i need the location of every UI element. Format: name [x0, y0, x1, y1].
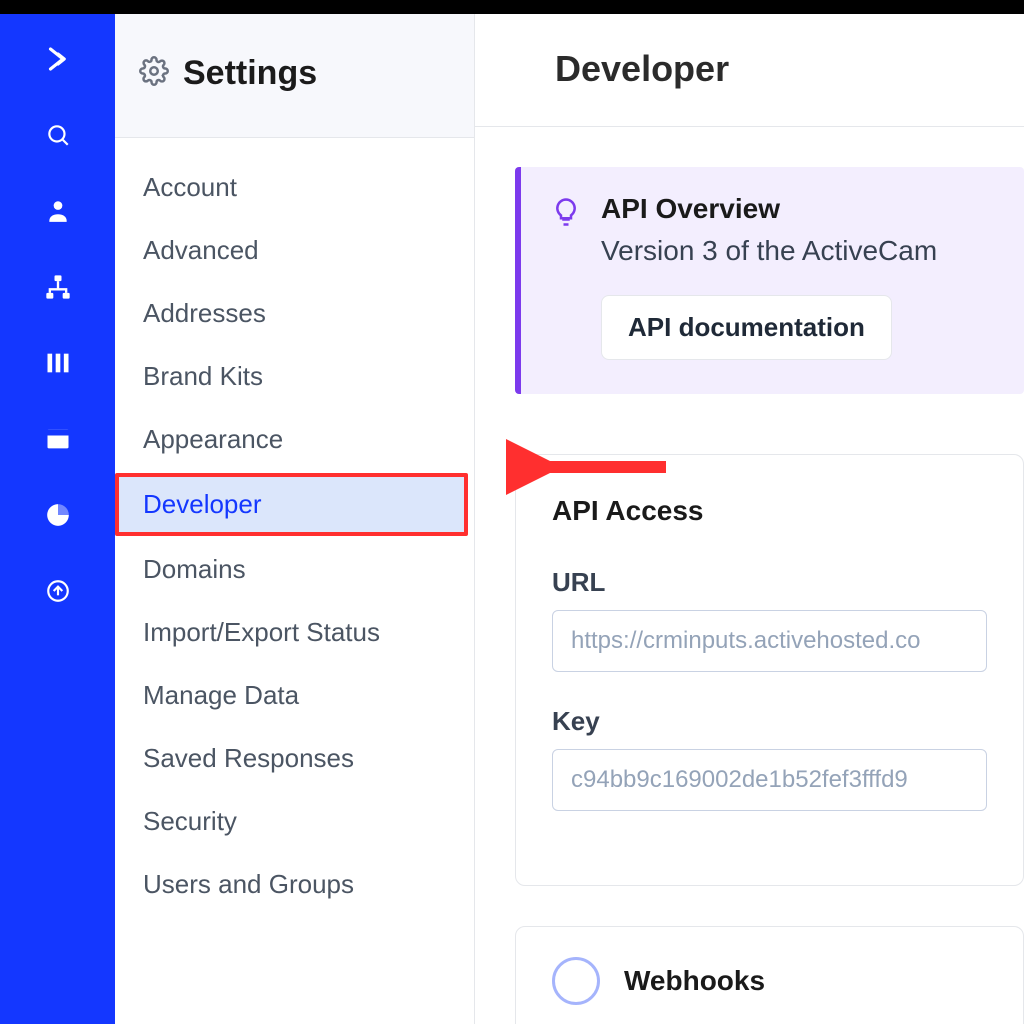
- settings-sidebar: Settings Account Advanced Addresses Bran…: [115, 14, 475, 1024]
- api-documentation-button[interactable]: API documentation: [601, 295, 892, 360]
- sidebar-item-addresses[interactable]: Addresses: [115, 282, 474, 345]
- url-label: URL: [552, 567, 987, 598]
- main-content: Developer API Overview Version 3 of the …: [475, 14, 1024, 1024]
- sidebar-item-brand-kits[interactable]: Brand Kits: [115, 345, 474, 408]
- api-access-card: API Access URL https://crminputs.activeh…: [515, 454, 1024, 886]
- up-circle-icon[interactable]: [43, 576, 73, 606]
- gear-icon: [139, 56, 169, 91]
- page-title: Developer: [555, 48, 984, 90]
- webhooks-title: Webhooks: [624, 965, 765, 997]
- sidebar-item-account[interactable]: Account: [115, 156, 474, 219]
- webhooks-icon: [552, 957, 600, 1005]
- hierarchy-icon[interactable]: [43, 272, 73, 302]
- user-icon[interactable]: [43, 196, 73, 226]
- api-url-field[interactable]: https://crminputs.activehosted.co: [552, 610, 987, 672]
- window-top-bar: [0, 0, 1024, 14]
- sidebar-item-domains[interactable]: Domains: [115, 538, 474, 601]
- overview-title: API Overview: [601, 193, 937, 225]
- sidebar-item-developer[interactable]: Developer: [115, 473, 468, 536]
- key-label: Key: [552, 706, 987, 737]
- columns-icon[interactable]: [43, 348, 73, 378]
- settings-title: Settings: [183, 54, 317, 93]
- sidebar-item-saved-responses[interactable]: Saved Responses: [115, 727, 474, 790]
- window-icon[interactable]: [43, 424, 73, 454]
- api-overview-card: API Overview Version 3 of the ActiveCam …: [515, 167, 1024, 394]
- webhooks-card: Webhooks: [515, 926, 1024, 1024]
- overview-description: Version 3 of the ActiveCam: [601, 235, 937, 267]
- sidebar-item-security[interactable]: Security: [115, 790, 474, 853]
- api-key-field[interactable]: c94bb9c169002de1b52fef3fffd9: [552, 749, 987, 811]
- logo-icon[interactable]: [43, 44, 73, 74]
- sidebar-item-manage-data[interactable]: Manage Data: [115, 664, 474, 727]
- sidebar-item-users-groups[interactable]: Users and Groups: [115, 853, 474, 916]
- primary-nav-rail: [0, 14, 115, 1024]
- api-access-title: API Access: [552, 495, 987, 527]
- pie-chart-icon[interactable]: [43, 500, 73, 530]
- settings-nav-list: Account Advanced Addresses Brand Kits Ap…: [115, 138, 474, 916]
- sidebar-item-advanced[interactable]: Advanced: [115, 219, 474, 282]
- search-icon[interactable]: [43, 120, 73, 150]
- sidebar-item-appearance[interactable]: Appearance: [115, 408, 474, 471]
- sidebar-item-import-export[interactable]: Import/Export Status: [115, 601, 474, 664]
- settings-header: Settings: [115, 14, 474, 138]
- page-header: Developer: [475, 14, 1024, 127]
- lightbulb-icon: [551, 197, 581, 232]
